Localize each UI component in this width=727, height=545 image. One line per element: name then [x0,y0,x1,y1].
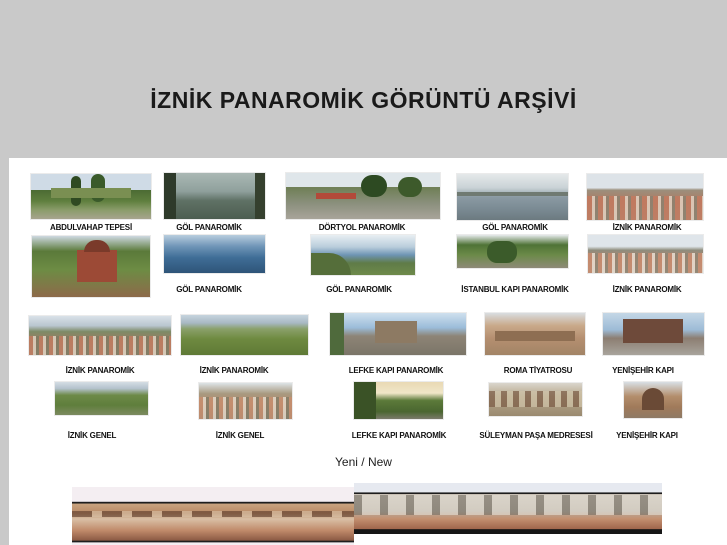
caption-iznik-genel-1[interactable]: İZNİK GENEL [68,431,117,440]
thumb-iznik-genel-2[interactable] [199,383,292,419]
caption-yenisehir-kapi-2[interactable]: YENİŞEHİR KAPI [616,431,678,440]
new-section-label: Yeni / New [335,455,392,469]
caption-lefke-kapi-panaromik-2[interactable]: LEFKE KAPI PANAROMİK [352,431,447,440]
thumb-gol-panaromik-3[interactable] [164,235,265,273]
thumb-yenisehir-kapi-2[interactable] [624,382,682,418]
new-panorama-1[interactable] [72,487,354,545]
thumb-roma-tiyatrosu[interactable] [485,313,585,355]
caption-gol-panaromik-3[interactable]: GÖL PANAROMİK [176,285,242,294]
thumb-abdulvahap-tepesi-2[interactable] [32,236,150,297]
thumb-gol-panaromik-1[interactable] [164,173,265,219]
thumb-iznik-genel-1[interactable] [55,382,148,415]
caption-iznik-panaromik-1[interactable]: İZNİK PANAROMİK [613,223,682,232]
thumb-iznik-panaromik-2[interactable] [588,235,703,273]
thumb-abdulvahap-tepesi[interactable] [31,174,151,219]
caption-dortyol-panaromik[interactable]: DÖRTYOL PANAROMİK [319,223,406,232]
page-header: İZNİK PANAROMİK GÖRÜNTÜ ARŞİVİ [0,0,727,158]
thumb-iznik-panaromik-4[interactable] [181,315,308,355]
thumb-istanbul-kapi-panaromik[interactable] [457,235,568,268]
thumb-suleyman-pasa-medresesi[interactable] [489,383,582,416]
page-title: İZNİK PANAROMİK GÖRÜNTÜ ARŞİVİ [150,87,577,113]
thumb-lefke-kapi-panaromik-2[interactable] [354,382,443,419]
caption-yenisehir-kapi-1[interactable]: YENİŞEHİR KAPI [612,366,674,375]
thumb-iznik-panaromik-1[interactable] [587,174,703,220]
caption-iznik-genel-2[interactable]: İZNİK GENEL [216,431,265,440]
caption-iznik-panaromik-2[interactable]: İZNİK PANAROMİK [613,285,682,294]
caption-suleyman-pasa-medresesi[interactable]: SÜLEYMAN PAŞA MEDRESESİ [479,431,592,440]
thumb-dortyol-panaromik[interactable] [286,173,440,219]
thumb-gol-panaromik-2[interactable] [457,174,568,220]
new-panorama-2[interactable] [354,483,662,534]
caption-roma-tiyatrosu[interactable]: ROMA TİYATROSU [504,366,573,375]
caption-lefke-kapi-panaromik-1[interactable]: LEFKE KAPI PANAROMİK [349,366,444,375]
thumb-iznik-panaromik-3[interactable] [29,316,171,355]
caption-iznik-panaromik-4[interactable]: İZNİK PANAROMİK [200,366,269,375]
caption-iznik-panaromik-3[interactable]: İZNİK PANAROMİK [66,366,135,375]
thumb-gol-panaromik-4[interactable] [311,235,415,275]
caption-gol-panaromik-2[interactable]: GÖL PANAROMİK [482,223,548,232]
caption-abdulvahap-tepesi[interactable]: ABDULVAHAP TEPESİ [50,223,132,232]
caption-gol-panaromik-1[interactable]: GÖL PANAROMİK [176,223,242,232]
caption-gol-panaromik-4[interactable]: GÖL PANAROMİK [326,285,392,294]
thumb-yenisehir-kapi-1[interactable] [603,313,704,355]
caption-istanbul-kapi-panaromik[interactable]: İSTANBUL KAPI PANAROMİK [461,285,569,294]
thumb-lefke-kapi-panaromik-1[interactable] [330,313,466,355]
